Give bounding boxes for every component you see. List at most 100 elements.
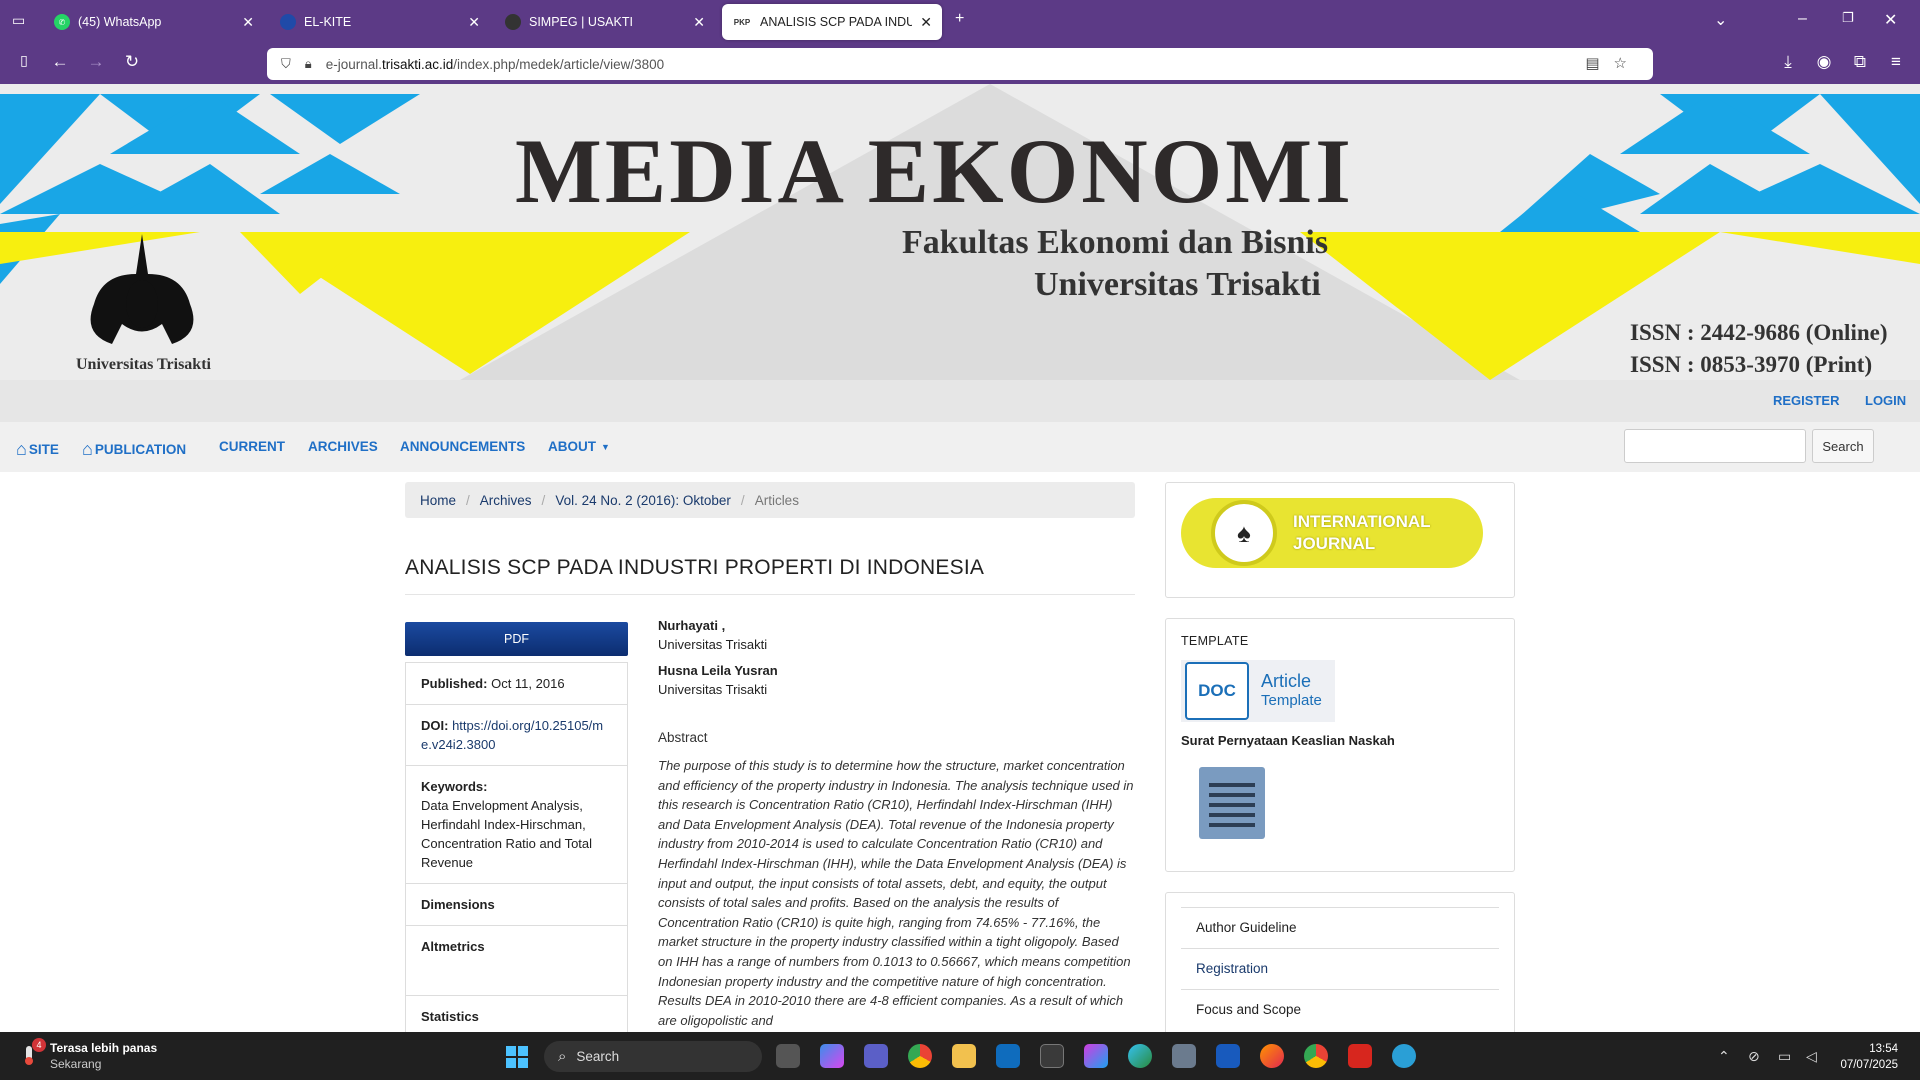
taskbar-search[interactable]: ⌕ Search <box>544 1041 762 1072</box>
menu-about-label: ABOUT <box>548 439 596 454</box>
intl-journal-badge[interactable]: ♠ INTERNATIONAL JOURNAL <box>1181 498 1483 568</box>
article-template-link[interactable]: DOC Article Template <box>1181 660 1335 722</box>
menu-icon[interactable]: ≡ <box>1884 52 1908 72</box>
lock-icon[interactable]: 🔒︎ <box>305 56 312 72</box>
banner-title: MEDIA EKONOMI <box>515 120 1354 222</box>
store-icon[interactable] <box>1040 1044 1064 1068</box>
chrome-profile-icon[interactable] <box>1304 1044 1328 1068</box>
dimensions-block: Dimensions <box>406 884 627 926</box>
chrome-icon[interactable] <box>908 1044 932 1068</box>
start-icon[interactable] <box>506 1046 528 1068</box>
logo-caption: Universitas Trisakti <box>76 356 211 373</box>
url-path: /index.php/medek/article/view/3800 <box>453 56 665 72</box>
search-button[interactable]: Search <box>1812 429 1874 463</box>
tab-label: (45) WhatsApp <box>78 15 162 29</box>
list-tabs-icon[interactable]: ⌄ <box>1714 10 1727 30</box>
doi-link[interactable]: https://doi.org/10.25105/me.v24i2.3800 <box>421 718 603 752</box>
sidebar-item-focus-scope[interactable]: Focus and Scope <box>1181 989 1499 1030</box>
outlook-icon[interactable] <box>996 1044 1020 1068</box>
sidebar-item-author-guideline[interactable]: Author Guideline <box>1181 907 1499 948</box>
menu-current[interactable]: CURRENT <box>219 439 285 454</box>
clock[interactable]: 13:54 07/07/2025 <box>1838 1041 1898 1073</box>
pkp-icon: PKP <box>732 14 752 30</box>
tab-analisis-scp[interactable]: PKP ANALISIS SCP PADA INDUSTRI ✕ <box>722 4 942 40</box>
search-icon: ⌕ <box>558 1048 567 1065</box>
edge-icon[interactable] <box>1128 1044 1152 1068</box>
pdf-button[interactable]: PDF <box>405 622 628 656</box>
sidebar-nav: Author Guideline Registration Focus and … <box>1181 907 1499 1030</box>
close-tab-icon[interactable]: ✕ <box>920 14 932 31</box>
document-page-icon[interactable] <box>1199 767 1265 839</box>
tab-elkite[interactable]: EL-KITE ✕ <box>270 4 490 40</box>
close-tab-icon[interactable]: ✕ <box>693 14 705 31</box>
account-icon[interactable]: ◉ <box>1812 52 1836 72</box>
close-tab-icon[interactable]: ✕ <box>242 14 254 31</box>
template-heading: TEMPLATE <box>1181 634 1249 648</box>
task-view-icon[interactable] <box>776 1044 800 1068</box>
tab-whatsapp[interactable]: ✆ (45) WhatsApp ✕ <box>44 4 264 40</box>
firefox-icon[interactable] <box>1260 1044 1284 1068</box>
register-link[interactable]: REGISTER <box>1773 393 1839 408</box>
author-affiliation: Universitas Trisakti <box>658 637 768 652</box>
menu-site[interactable]: ⌂ SITE <box>16 439 59 460</box>
clock-date: 07/07/2025 <box>1840 1059 1898 1071</box>
trisakti-logo <box>90 234 194 344</box>
close-tab-icon[interactable]: ✕ <box>468 14 480 31</box>
weather-widget[interactable]: 4 Terasa lebih panas Sekarang <box>20 1038 157 1072</box>
volume-icon[interactable]: ◁ <box>1806 1048 1817 1065</box>
display-icon[interactable]: ▭ <box>1778 1048 1791 1065</box>
banner-faculty: Fakultas Ekonomi dan Bisnis <box>902 224 1329 261</box>
tab-simpeg[interactable]: SIMPEG | USAKTI ✕ <box>495 4 715 40</box>
url-prefix: e-journal. <box>325 56 382 72</box>
extensions-icon[interactable]: ⧉ <box>1848 52 1872 72</box>
menu-publication[interactable]: ⌂ PUBLICATION <box>82 439 186 460</box>
keywords-label: Keywords: <box>421 779 488 794</box>
show-hidden-icons-icon[interactable]: ⌃ <box>1718 1048 1730 1065</box>
breadcrumb-archives[interactable]: Archives <box>480 493 532 508</box>
sidebar-link[interactable]: Focus and Scope <box>1196 1002 1301 1017</box>
minimize-icon[interactable]: – <box>1798 10 1807 28</box>
tab-strip: ▭ ✆ (45) WhatsApp ✕ EL-KITE ✕ SIMPEG | U… <box>0 0 1920 44</box>
close-window-icon[interactable]: ✕ <box>1884 10 1897 30</box>
file-explorer-icon[interactable] <box>952 1044 976 1068</box>
sidebar-toggle-icon[interactable]: ▯ <box>12 52 36 69</box>
breadcrumb-separator: / <box>541 492 546 508</box>
new-tab-icon[interactable]: + <box>955 10 964 28</box>
search-input[interactable] <box>1624 429 1806 463</box>
breadcrumb-home[interactable]: Home <box>420 493 456 508</box>
reader-view-icon[interactable]: ▤ <box>1585 55 1613 72</box>
navigation-bar: ▯ ← → ↻ ⛉ 🔒︎ e-journal. trisakti.ac.id/in… <box>0 44 1920 84</box>
forward-icon[interactable]: → <box>84 52 108 72</box>
m365-icon[interactable] <box>1084 1044 1108 1068</box>
authors: Nurhayati , Universitas Trisakti Husna L… <box>658 616 778 699</box>
breadcrumb-issue[interactable]: Vol. 24 No. 2 (2016): Oktober <box>555 493 731 508</box>
app-icon[interactable] <box>1172 1044 1196 1068</box>
bookmark-star-icon[interactable]: ☆ <box>1614 55 1641 72</box>
user-bar: REGISTER LOGIN <box>0 380 1920 422</box>
menu-announcements[interactable]: ANNOUNCEMENTS <box>400 439 525 454</box>
abstract-text: The purpose of this study is to determin… <box>658 758 1134 1028</box>
restore-icon[interactable]: ❐ <box>1842 10 1854 26</box>
menu-archives[interactable]: ARCHIVES <box>308 439 378 454</box>
reload-icon[interactable]: ↻ <box>120 52 144 72</box>
menu-about[interactable]: ABOUT ▼ <box>548 439 610 454</box>
statistics-block: Statistics <box>421 1009 479 1024</box>
word-icon[interactable] <box>1216 1044 1240 1068</box>
maps-icon[interactable] <box>1392 1044 1416 1068</box>
sidebar-link[interactable]: Registration <box>1196 961 1268 976</box>
article-title: ANALISIS SCP PADA INDUSTRI PROPERTI DI I… <box>405 556 985 579</box>
back-icon[interactable]: ← <box>48 52 72 72</box>
acrobat-icon[interactable] <box>1348 1044 1372 1068</box>
url-bar[interactable]: ⛉ 🔒︎ e-journal. trisakti.ac.id/index.php/… <box>267 48 1653 80</box>
shield-icon[interactable]: ⛉ <box>281 56 291 72</box>
reader-and-bookmark-icons: ▤☆ <box>1585 54 1641 72</box>
sidebar-item-registration[interactable]: Registration <box>1181 948 1499 989</box>
primary-menu: ⌂ SITE ⌂ PUBLICATION CURRENT ARCHIVES ANNO… <box>0 422 1920 472</box>
sidebar-link[interactable]: Author Guideline <box>1196 920 1297 935</box>
teams-icon[interactable] <box>864 1044 888 1068</box>
downloads-icon[interactable]: ⤓ <box>1776 52 1800 72</box>
network-icon[interactable]: ⊘ <box>1748 1048 1760 1065</box>
login-link[interactable]: LOGIN <box>1865 393 1906 408</box>
copilot-icon[interactable] <box>820 1044 844 1068</box>
tab-overview-icon[interactable]: ▭ <box>12 12 25 29</box>
